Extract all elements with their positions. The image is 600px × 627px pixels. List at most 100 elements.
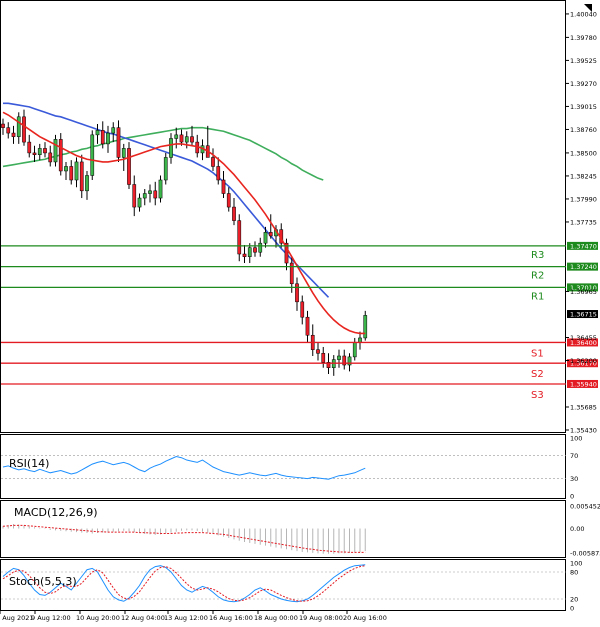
candle-body-up	[53, 139, 58, 163]
candle-body-down	[300, 301, 305, 318]
price-tick-label: 1.39525	[570, 57, 597, 65]
time-label: 20 Aug 16:00	[343, 614, 387, 622]
level-label-s1: S1	[531, 348, 544, 359]
candle-body-down	[316, 349, 320, 354]
candle	[58, 133, 63, 176]
candle-body-up	[74, 161, 79, 181]
price-tick-label: 1.37990	[570, 195, 597, 203]
candle-body-down	[43, 148, 47, 154]
macd-tick-label: 0.005452	[570, 503, 600, 511]
candle-body-up	[111, 127, 116, 134]
candle-body-down	[268, 232, 273, 237]
candle-body-down	[253, 247, 257, 253]
level-label-s3: S3	[531, 390, 544, 401]
candle-body-up	[137, 197, 142, 208]
candle-body-up	[158, 179, 163, 199]
time-axis: 6 Aug 20219 Aug 12:00 10 Aug 20:0012 Aug …	[0, 611, 387, 622]
price-tick-label: 1.39780	[570, 34, 597, 42]
candle-body-down	[237, 220, 242, 255]
macd-label: MACD(12,26,9)	[14, 506, 98, 519]
rsi-tick-label: 70	[570, 452, 578, 460]
candle-body-down	[305, 316, 310, 336]
level-label-r2: R2	[531, 271, 544, 282]
candle-body-up	[121, 148, 126, 158]
candle-body-down	[232, 206, 236, 221]
candle	[363, 310, 368, 341]
candle-body-up	[37, 148, 42, 155]
price-tick-label: 1.35430	[570, 427, 597, 435]
rsi-panel[interactable]	[0, 434, 566, 499]
level-label-s2: S2	[531, 369, 544, 380]
price-tick-label: 1.37735	[570, 218, 597, 226]
time-label: 12 Aug 04:00	[121, 614, 165, 622]
candle-body-up	[263, 232, 268, 244]
candle-body-down	[11, 132, 16, 137]
rsi-tick-label: 0	[570, 493, 574, 501]
candle-body-down	[58, 139, 63, 172]
level-tag-text: 1.37240	[570, 263, 597, 271]
candle-body-up	[169, 138, 173, 158]
candle-body-down	[6, 127, 11, 134]
candle-body-down	[295, 283, 299, 303]
price-panel[interactable]	[0, 0, 566, 433]
trading-chart[interactable]: R31.37470R21.37240R11.37010S11.36400S21.…	[0, 0, 600, 627]
candle-body-down	[190, 136, 194, 143]
price-tick-label: 1.38500	[570, 149, 597, 157]
time-label: 13 Aug 12:00	[164, 614, 208, 622]
stoch-tick-label: 20	[570, 596, 578, 604]
candle-body-up	[64, 166, 68, 172]
price-tick-label: 1.35685	[570, 403, 597, 411]
stoch-label: Stoch(5,5,3)	[9, 575, 77, 588]
price-tick-label: 1.36455	[570, 334, 597, 342]
candle-body-down	[127, 148, 131, 185]
candle-body-down	[132, 184, 137, 208]
candle-body-up	[337, 355, 341, 360]
time-label: 18 Aug 00:00	[254, 614, 298, 622]
candle-body-up	[90, 134, 95, 176]
macd-tick-label: 0.00	[570, 525, 584, 533]
price-axis: 1.40040 1.39780 1.39525 1.39270 1.39015 1.387…	[566, 10, 597, 435]
time-label: 19 Aug 08:00	[299, 614, 343, 622]
candle-body-up	[106, 132, 110, 145]
level-label-r3: R3	[531, 250, 544, 261]
level-tag-text: 1.35940	[570, 380, 597, 388]
candle-body-up	[258, 242, 263, 253]
stoch-panel[interactable]	[0, 559, 566, 611]
candle-body-down	[221, 179, 226, 194]
price-tick-label: 1.36200	[570, 357, 597, 365]
candle-body-up	[16, 116, 21, 137]
candle-body-down	[32, 152, 37, 155]
candle-body-up	[174, 134, 179, 139]
macd-tick-label: -0.005873	[570, 550, 600, 558]
price-tick-label: 1.39015	[570, 103, 597, 111]
level-tag-text: 1.37470	[570, 242, 597, 250]
candle	[90, 130, 95, 180]
candle-body-down	[100, 130, 105, 145]
time-label: 9 Aug 12:00	[31, 614, 71, 622]
candle-body-up	[363, 315, 368, 339]
candle-body-up	[148, 190, 152, 194]
candle-body-down	[226, 193, 231, 208]
candle-body-down	[22, 116, 26, 143]
price-tick-label: 1.39270	[570, 80, 597, 88]
candle	[127, 142, 131, 190]
candle-body-up	[95, 130, 100, 136]
stoch-tick-label: 100	[570, 560, 582, 568]
candle-body-up	[247, 247, 252, 257]
time-label: 16 Aug 16:00	[209, 614, 253, 622]
candle-body-down	[179, 134, 184, 143]
price-tick-label: 1.36965	[570, 288, 597, 296]
stoch-tick-label: 0	[570, 605, 574, 613]
candle-body-down	[321, 353, 326, 363]
candle	[163, 152, 168, 185]
stoch-tick-label: 80	[570, 569, 578, 577]
candle-body-up	[85, 175, 89, 192]
candle-body-down	[216, 166, 221, 181]
price-tick-label: 1.38245	[570, 172, 597, 180]
candle-body-up	[184, 136, 189, 143]
rsi-tick-label: 100	[570, 435, 582, 443]
candle-body-up	[163, 157, 168, 181]
candle	[237, 214, 242, 262]
price-tick-label: 1.38760	[570, 126, 597, 134]
candle	[53, 134, 58, 167]
